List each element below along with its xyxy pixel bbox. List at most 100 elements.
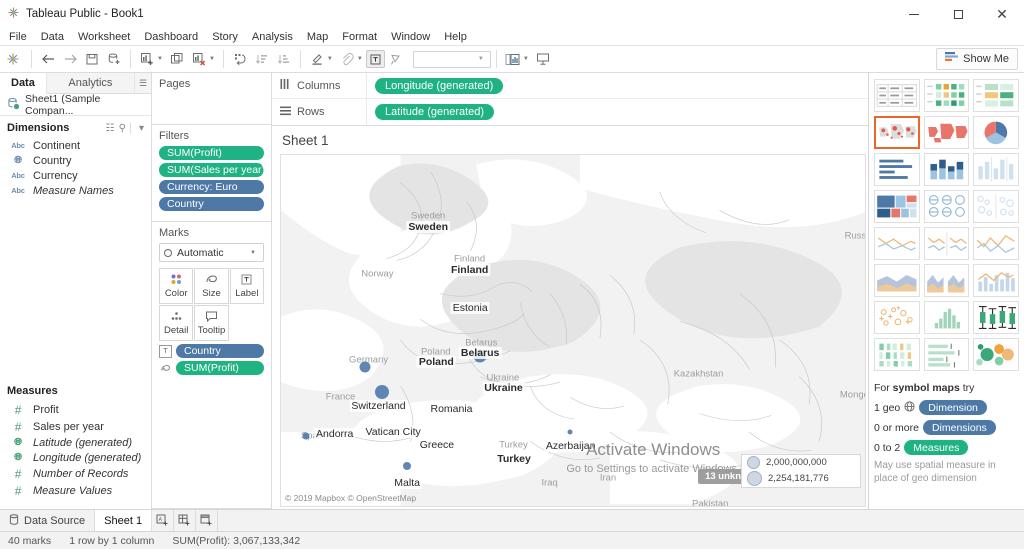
menu-item-analysis[interactable]: Analysis xyxy=(245,30,300,44)
field-number-of-records[interactable]: # Number of Records xyxy=(0,465,151,482)
close-button[interactable]: ✕ xyxy=(980,0,1024,28)
tableau-home-icon[interactable] xyxy=(0,48,26,70)
filters-card[interactable]: Filters SUM(Profit) SUM(Sales per year) … xyxy=(152,125,271,222)
data-source-tab[interactable]: Data Source xyxy=(0,510,95,531)
show-me-button[interactable]: Show Me xyxy=(936,48,1018,70)
search-icon[interactable]: ⚲ xyxy=(119,123,126,134)
filter-pill-country[interactable]: Country xyxy=(159,197,264,211)
duplicate-sheet-icon[interactable] xyxy=(166,48,188,70)
new-data-source-icon[interactable] xyxy=(103,48,125,70)
show-me-symbol-map[interactable] xyxy=(874,116,920,149)
new-worksheet-icon[interactable] xyxy=(136,48,158,70)
menu-item-help[interactable]: Help xyxy=(437,30,474,44)
grid-view-icon[interactable]: ☷ xyxy=(106,123,115,134)
marks-pill-sum-profit[interactable]: SUM(Profit) xyxy=(176,361,264,375)
field-country[interactable]: 🌐︎ Country xyxy=(0,153,151,168)
data-source-item[interactable]: Sheet1 (Sample Compan... xyxy=(0,94,151,116)
fit-dropdown-icon[interactable]: ▼ xyxy=(523,56,529,62)
fit-combobox[interactable]: ▼ xyxy=(413,51,491,68)
filter-pill-currency-euro[interactable]: Currency: Euro xyxy=(159,180,264,194)
marks-size-button[interactable]: Size xyxy=(194,268,228,304)
show-me-horizontal-bars[interactable] xyxy=(874,153,920,186)
marks-color-button[interactable]: Color xyxy=(159,268,193,304)
field-measure-values[interactable]: # Measure Values xyxy=(0,482,151,499)
maximize-button[interactable] xyxy=(936,0,980,28)
clear-sheet-dropdown-icon[interactable]: ▼ xyxy=(209,56,215,62)
clear-sheet-icon[interactable] xyxy=(188,48,210,70)
highlight-dropdown-icon[interactable]: ▼ xyxy=(327,56,333,62)
filter-pill-sum-sales-per-year[interactable]: SUM(Sales per year) xyxy=(159,163,264,177)
data-pane-more-icon[interactable]: ☰ xyxy=(135,73,151,93)
pages-card[interactable]: Pages xyxy=(152,73,271,125)
show-me-scatter-plot[interactable] xyxy=(874,301,920,334)
menu-item-story[interactable]: Story xyxy=(205,30,245,44)
menu-item-map[interactable]: Map xyxy=(300,30,335,44)
back-arrow-icon[interactable] xyxy=(37,48,59,70)
new-dashboard-icon[interactable] xyxy=(174,510,196,531)
rows-pill-latitude[interactable]: Latitude (generated) xyxy=(375,104,494,120)
tab-data[interactable]: Data xyxy=(0,73,47,94)
show-me-stacked-bars[interactable] xyxy=(924,153,970,186)
marks-label-button[interactable]: Label xyxy=(230,268,264,304)
map-mark-andorra[interactable] xyxy=(302,432,309,439)
new-worksheet-icon[interactable]: A xyxy=(152,510,174,531)
map-mark-azerbaijan[interactable] xyxy=(568,430,573,435)
show-me-gantt[interactable] xyxy=(874,338,920,371)
show-me-box-and-whisker[interactable] xyxy=(973,301,1019,334)
show-mark-labels-icon[interactable] xyxy=(366,50,385,68)
menu-item-dashboard[interactable]: Dashboard xyxy=(137,30,205,44)
field-measure-names[interactable]: Abc Measure Names xyxy=(0,183,151,198)
show-me-area-discrete[interactable] xyxy=(924,264,970,297)
show-me-treemap[interactable] xyxy=(874,190,920,223)
menu-item-worksheet[interactable]: Worksheet xyxy=(71,30,137,44)
new-worksheet-dropdown-icon[interactable]: ▼ xyxy=(157,56,163,62)
show-me-lines-discrete[interactable] xyxy=(924,227,970,260)
menu-item-file[interactable]: File xyxy=(5,30,34,44)
map-mark-switzerland[interactable] xyxy=(375,385,389,399)
new-story-icon[interactable] xyxy=(196,510,218,531)
show-me-area-continuous[interactable] xyxy=(874,264,920,297)
fix-axes-dropdown-icon[interactable]: ▼ xyxy=(357,56,363,62)
map-mark-malta[interactable] xyxy=(403,462,411,470)
highlight-icon[interactable] xyxy=(306,48,328,70)
marks-pill-country[interactable]: Country xyxy=(176,344,264,358)
show-me-dual-combination[interactable] xyxy=(973,264,1019,297)
menu-item-format[interactable]: Format xyxy=(335,30,384,44)
show-me-heat-map[interactable] xyxy=(924,79,970,112)
forward-arrow-icon[interactable] xyxy=(59,48,81,70)
field-latitude-generated[interactable]: 🌐︎ Latitude (generated) xyxy=(0,435,151,450)
sheet-tab-sheet-1[interactable]: Sheet 1 xyxy=(95,510,152,531)
show-me-packed-bubbles[interactable] xyxy=(973,338,1019,371)
show-me-lines-continuous[interactable] xyxy=(874,227,920,260)
field-continent[interactable]: Abc Continent xyxy=(0,138,151,153)
sort-ascending-icon[interactable] xyxy=(251,48,273,70)
marks-detail-button[interactable]: Detail xyxy=(159,305,193,341)
size-legend[interactable]: 2,000,000,000 2,254,181,776 xyxy=(741,454,861,488)
fix-axes-icon[interactable] xyxy=(336,48,358,70)
minimize-button[interactable] xyxy=(892,0,936,28)
presentation-mode-icon[interactable] xyxy=(385,48,407,70)
field-profit[interactable]: # Profit xyxy=(0,401,151,418)
map-mark-germany[interactable] xyxy=(359,362,370,373)
show-me-histogram[interactable] xyxy=(924,301,970,334)
show-me-highlight-table[interactable] xyxy=(973,79,1019,112)
show-me-filled-map[interactable] xyxy=(924,116,970,149)
field-currency[interactable]: Abc Currency xyxy=(0,168,151,183)
swap-rows-columns-icon[interactable] xyxy=(229,48,251,70)
filter-pill-sum-profit[interactable]: SUM(Profit) xyxy=(159,146,264,160)
sort-descending-icon[interactable] xyxy=(273,48,295,70)
rows-shelf[interactable]: Rows Latitude (generated) xyxy=(272,99,868,125)
show-me-text-table[interactable] xyxy=(874,79,920,112)
save-icon[interactable] xyxy=(81,48,103,70)
mark-type-selector[interactable]: Automatic ▼ xyxy=(159,243,264,262)
slideshow-icon[interactable] xyxy=(532,48,554,70)
tab-analytics[interactable]: Analytics xyxy=(47,73,135,93)
show-me-bullet-graph[interactable] xyxy=(924,338,970,371)
show-me-pie-chart[interactable] xyxy=(973,116,1019,149)
menu-item-data[interactable]: Data xyxy=(34,30,71,44)
show-me-dual-lines[interactable] xyxy=(973,227,1019,260)
field-longitude-generated[interactable]: 🌐︎ Longitude (generated) xyxy=(0,450,151,465)
columns-shelf[interactable]: Columns Longitude (generated) xyxy=(272,73,868,99)
field-sales-per-year[interactable]: # Sales per year xyxy=(0,418,151,435)
columns-pill-longitude[interactable]: Longitude (generated) xyxy=(375,78,503,94)
